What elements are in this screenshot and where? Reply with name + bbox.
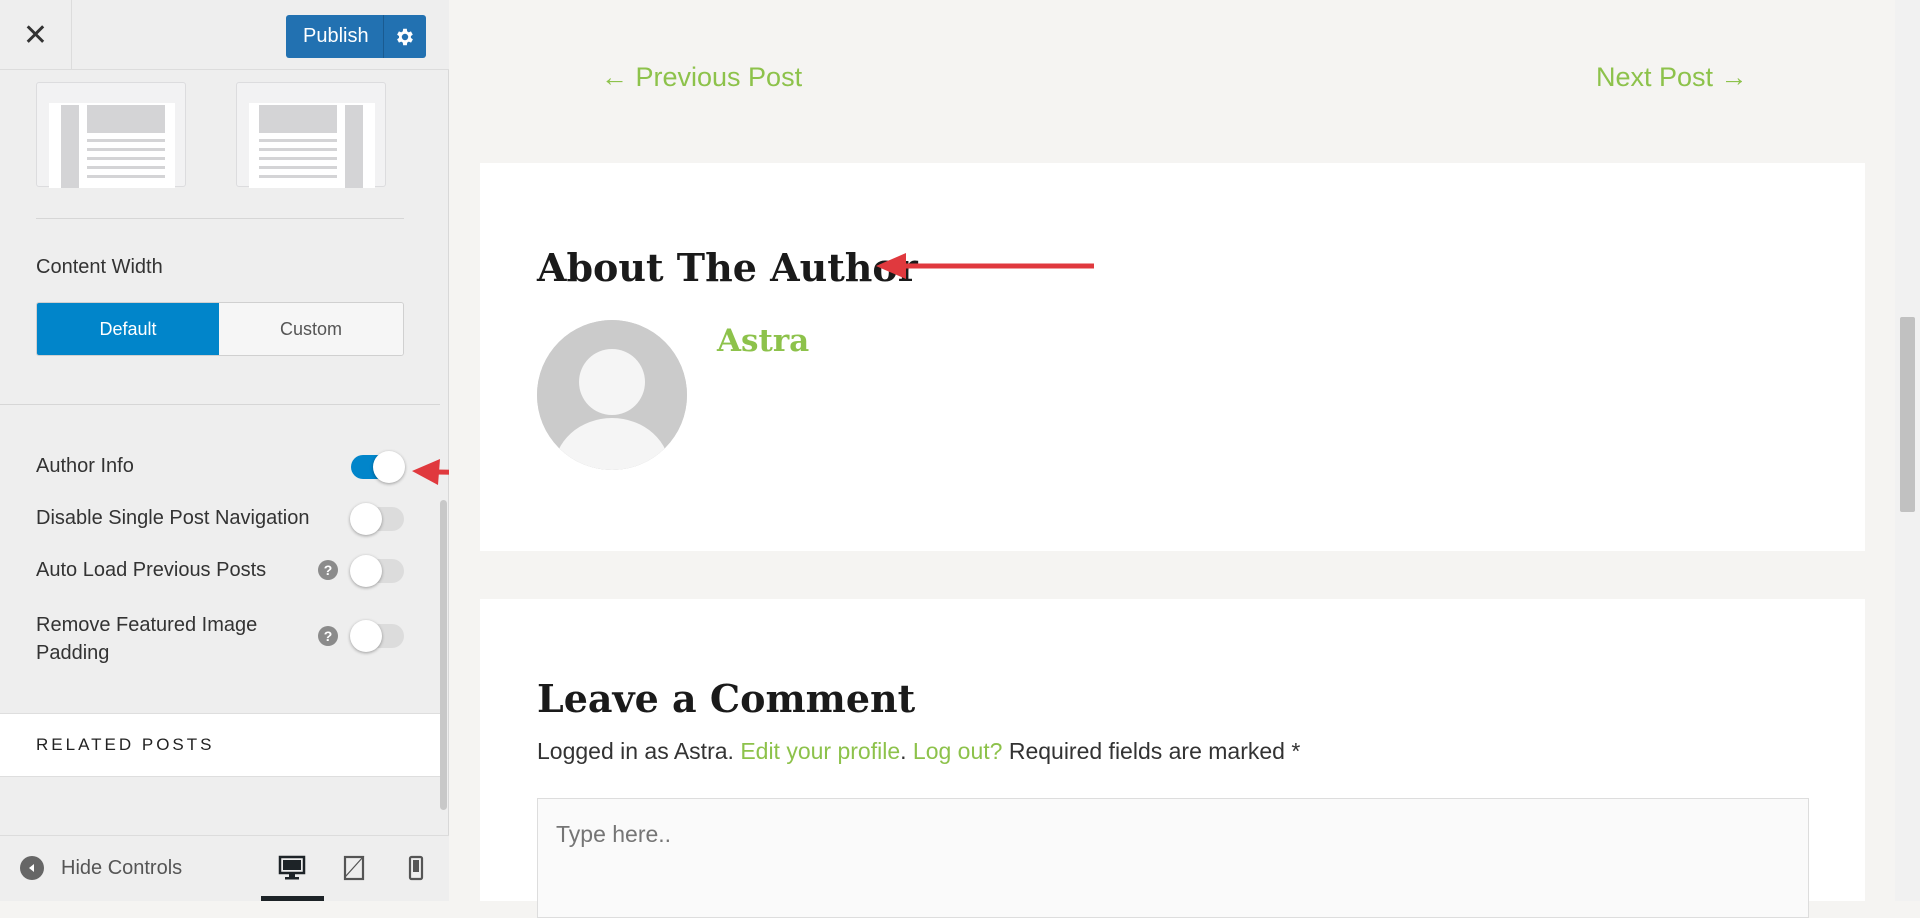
layout-option-left-sidebar[interactable] [36, 82, 186, 188]
author-info-label: Author Info [36, 455, 134, 477]
content-width-default-button[interactable]: Default [37, 303, 219, 355]
tablet-icon [343, 855, 365, 881]
layout-option-right-sidebar[interactable] [236, 82, 386, 188]
auto-load-previous-posts-toggle[interactable] [350, 555, 404, 587]
previous-post-link[interactable]: ← Previous Post [601, 62, 802, 93]
edit-profile-link[interactable]: Edit your profile [740, 738, 900, 764]
section-divider [36, 218, 404, 219]
publish-button[interactable]: Publish [286, 15, 384, 58]
disable-post-navigation-label: Disable Single Post Navigation [36, 507, 310, 529]
preview-scroll-thumb[interactable] [1900, 317, 1915, 512]
comment-title: Leave a Comment [537, 676, 916, 721]
remove-featured-image-padding-toggle[interactable] [350, 620, 404, 652]
content-width-toggle: Default Custom [36, 302, 404, 356]
sidebar-scrollbar[interactable] [440, 500, 447, 810]
remove-featured-image-padding-label: Remove Featured Image Padding [36, 614, 258, 664]
author-info-box: About The Author Astra [480, 163, 1865, 551]
desktop-preview-button[interactable] [272, 850, 312, 886]
mobile-icon [408, 855, 424, 881]
publish-group: Publish [286, 15, 426, 58]
logged-in-line: Logged in as Astra. Edit your profile. L… [537, 738, 1300, 765]
author-info-toggle[interactable] [351, 451, 405, 483]
site-preview: ← Previous Post Next Post → About The Au… [449, 0, 1895, 918]
hide-controls-label: Hide Controls [61, 856, 183, 879]
author-box-title: About The Author [537, 245, 918, 290]
author-name-link[interactable]: Astra [717, 323, 809, 359]
comment-textarea[interactable] [537, 798, 1809, 918]
disable-post-navigation-toggle[interactable] [350, 503, 404, 535]
content-width-label: Content Width [36, 256, 163, 278]
help-icon[interactable]: ? [318, 626, 338, 646]
active-device-indicator [261, 896, 324, 901]
close-icon: ✕ [22, 18, 49, 52]
help-icon[interactable]: ? [318, 560, 338, 580]
preview-scrollbar[interactable] [1895, 0, 1920, 901]
left-sidebar-layout-icon [49, 103, 175, 188]
related-posts-section[interactable]: RELATED POSTS [0, 713, 440, 777]
section-divider [0, 404, 440, 405]
logged-in-text: Logged in as Astra. [537, 738, 734, 764]
annotation-arrow [876, 253, 1094, 279]
comment-section: Leave a Comment Logged in as Astra. Edit… [480, 599, 1865, 918]
separator-text: . [900, 738, 907, 764]
auto-load-previous-posts-label: Auto Load Previous Posts [36, 559, 267, 581]
required-fields-note: Required fields are marked * [1008, 738, 1301, 764]
right-sidebar-layout-icon [249, 103, 375, 188]
next-post-link[interactable]: Next Post → [1596, 62, 1748, 93]
collapse-icon [20, 856, 44, 880]
gear-icon [396, 28, 413, 45]
content-width-custom-button[interactable]: Custom [219, 303, 403, 355]
mobile-preview-button[interactable] [396, 850, 436, 886]
hide-controls-button[interactable]: Hide Controls [20, 856, 182, 880]
customizer-sidebar: ✕ Publish Content Width Default Custom A… [0, 0, 449, 901]
publish-settings-button[interactable] [384, 15, 426, 58]
tablet-preview-button[interactable] [334, 850, 374, 886]
user-silhouette-icon [537, 320, 687, 470]
desktop-icon [278, 855, 306, 880]
customizer-footer: Hide Controls [0, 835, 449, 901]
close-button[interactable]: ✕ [0, 0, 72, 70]
author-avatar [537, 320, 687, 470]
customizer-header: ✕ Publish [0, 0, 449, 70]
log-out-link[interactable]: Log out? [913, 738, 1003, 764]
